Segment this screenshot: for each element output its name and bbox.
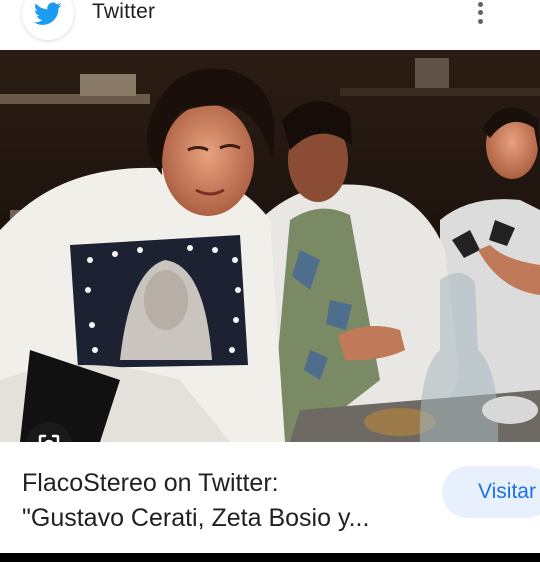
more-vert-icon	[477, 1, 483, 7]
more-options-button[interactable]	[468, 0, 492, 26]
result-title-line1: FlacoStereo on Twitter:	[22, 469, 279, 497]
result-title-line2: "Gustavo Cerati, Zeta Bosio y...	[22, 504, 370, 532]
source-name[interactable]: Twitter	[92, 0, 155, 24]
google-lens-icon	[38, 434, 60, 442]
twitter-bird-icon	[34, 2, 62, 25]
photo-scene	[0, 50, 540, 442]
result-image[interactable]	[0, 50, 540, 442]
result-header: Twitter	[0, 0, 540, 50]
visit-button[interactable]: Visitar	[442, 466, 540, 518]
source-favicon[interactable]	[22, 0, 74, 40]
bottom-divider	[0, 553, 540, 562]
result-title[interactable]: FlacoStereo on Twitter: "Gustavo Cerati,…	[22, 466, 422, 536]
